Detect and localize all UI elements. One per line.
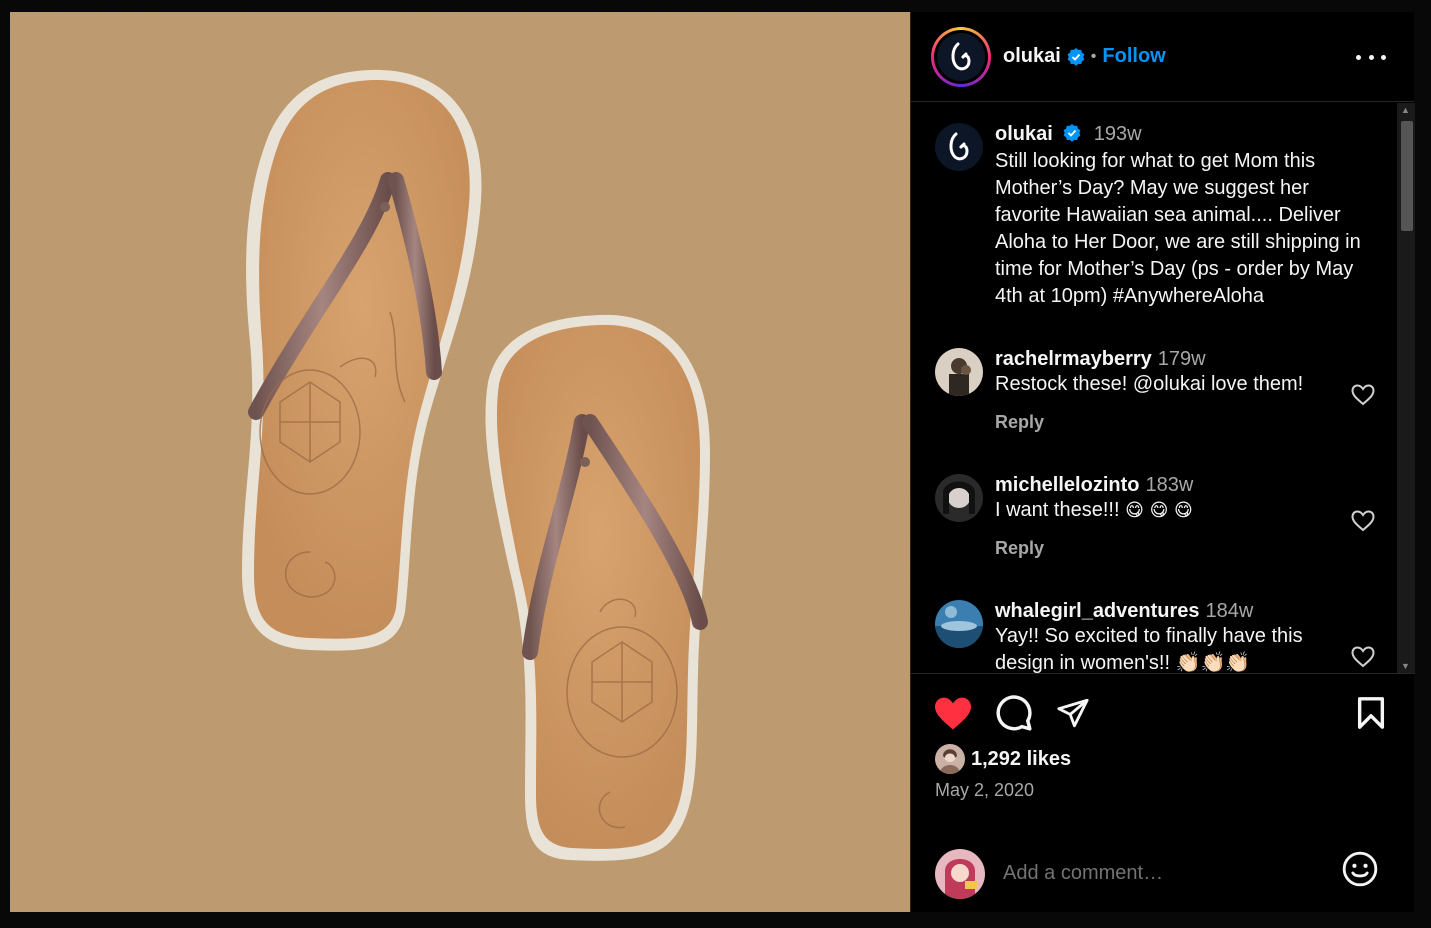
reply-button[interactable]: Reply xyxy=(995,412,1335,433)
caption-author-avatar[interactable] xyxy=(935,123,983,171)
comment-text: Restock these! @olukai love them! xyxy=(995,373,1304,395)
reply-button[interactable]: Reply xyxy=(995,538,1335,559)
share-send-icon[interactable] xyxy=(1055,696,1091,730)
scroll-down-arrow-icon[interactable]: ▼ xyxy=(1401,661,1410,671)
liker-avatar xyxy=(935,744,965,774)
comment-item: michellelozinto 183w I want these!!! 😋 😋 … xyxy=(935,474,1375,559)
comments-scrollbar[interactable]: ▲ ▼ xyxy=(1397,103,1415,673)
post-image[interactable] xyxy=(10,12,910,912)
follow-button[interactable]: Follow xyxy=(1102,45,1165,68)
comment-input[interactable] xyxy=(1003,862,1333,885)
add-comment-bar xyxy=(911,834,1415,913)
sandals-on-sand-photo xyxy=(10,12,910,912)
verified-badge-icon xyxy=(1067,47,1085,66)
commenter-avatar[interactable] xyxy=(935,348,983,396)
caption-username[interactable]: olukai xyxy=(995,123,1053,145)
comment-username[interactable]: rachelrmayberry xyxy=(995,348,1152,370)
story-ring[interactable] xyxy=(931,26,991,87)
comment-bubble-icon[interactable] xyxy=(995,694,1033,732)
comment-timestamp: 183w xyxy=(1145,474,1194,496)
like-heart-icon[interactable] xyxy=(933,696,973,732)
comment-item: rachelrmayberry 179w Restock these! @oluk… xyxy=(935,348,1375,433)
current-user-avatar xyxy=(935,848,985,899)
commenter-avatar[interactable] xyxy=(935,600,983,648)
post-actions: 1,292 likes May 2, 2020 xyxy=(911,673,1415,912)
scroll-up-arrow-icon[interactable]: ▲ xyxy=(1401,105,1410,115)
post-author-username[interactable]: olukai xyxy=(1003,45,1061,68)
caption-timestamp: 193w xyxy=(1093,123,1142,145)
comment-text: I want these!!! 😋 😋 😋 xyxy=(995,499,1193,521)
like-comment-heart-icon[interactable] xyxy=(1351,510,1375,532)
separator-dot: • xyxy=(1090,47,1097,65)
verified-badge-icon xyxy=(1063,124,1081,142)
like-comment-heart-icon[interactable] xyxy=(1351,384,1375,406)
comments-list[interactable]: olukai 193w Still looking for what to ge… xyxy=(911,103,1415,673)
likes-row[interactable]: 1,292 likes xyxy=(935,744,1071,774)
caption-text: Still looking for what to get Mom this M… xyxy=(995,150,1361,307)
emoji-picker-icon[interactable] xyxy=(1341,850,1379,888)
save-bookmark-icon[interactable] xyxy=(1355,696,1387,730)
post-modal: olukai • Follow olukai 193w Still lookin… xyxy=(10,12,1415,912)
post-caption: olukai 193w Still looking for what to ge… xyxy=(935,123,1375,310)
scrollbar-thumb[interactable] xyxy=(1401,121,1413,231)
comment-timestamp: 184w xyxy=(1205,600,1254,622)
more-options-icon[interactable] xyxy=(1356,45,1386,69)
comment-text: Yay!! So excited to finally have this de… xyxy=(995,625,1303,673)
comment-timestamp: 179w xyxy=(1157,348,1206,370)
olukai-logo-icon xyxy=(937,32,985,81)
comment-item: whalegirl_adventures 184w Yay!! So excite… xyxy=(935,600,1375,673)
comment-username[interactable]: michellelozinto xyxy=(995,474,1139,496)
commenter-avatar[interactable] xyxy=(935,474,983,522)
post-side-panel: olukai • Follow olukai 193w Still lookin… xyxy=(910,12,1415,912)
emoji-yum: 😋 😋 😋 xyxy=(1125,500,1193,521)
like-comment-heart-icon[interactable] xyxy=(1351,646,1375,668)
post-date: May 2, 2020 xyxy=(935,780,1035,800)
comment-username[interactable]: whalegirl_adventures xyxy=(995,600,1200,622)
likes-count[interactable]: 1,292 likes xyxy=(971,748,1071,771)
post-header: olukai • Follow xyxy=(911,12,1414,102)
